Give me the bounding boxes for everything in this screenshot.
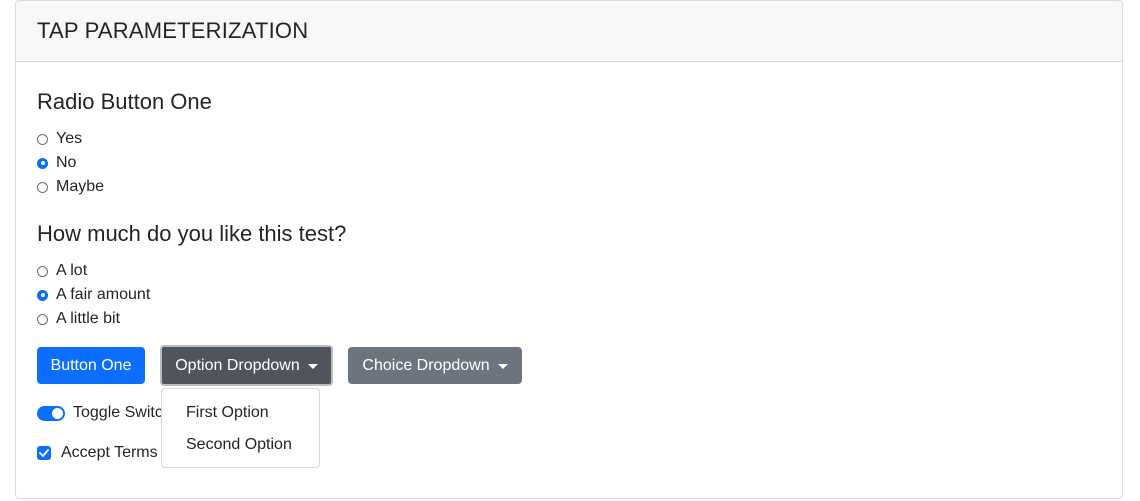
toggle-switch-label: Toggle Switch — [73, 404, 172, 421]
button-one-label: Button One — [50, 356, 132, 374]
toggle-switch-row[interactable]: Toggle Switch — [37, 401, 172, 425]
checkmark-icon — [39, 449, 49, 457]
dropdown-item-first-option[interactable]: First Option — [162, 397, 319, 429]
card-header: TAP PARAMETERIZATION — [16, 1, 1122, 62]
radio-label: Maybe — [56, 178, 105, 195]
caret-down-icon — [307, 363, 318, 369]
radio-option-maybe[interactable]: Maybe — [37, 176, 104, 198]
radio-button[interactable] — [37, 133, 48, 145]
choice-dropdown-label: Choice Dropdown — [362, 356, 490, 374]
choice-dropdown-button[interactable]: Choice Dropdown — [348, 347, 522, 384]
option-dropdown-label: Option Dropdown — [175, 356, 300, 374]
radio-option-a-little-bit[interactable]: A little bit — [37, 308, 120, 330]
radio-label: A lot — [56, 262, 88, 279]
radio-button-checked[interactable] — [37, 289, 48, 301]
radio-button[interactable] — [37, 313, 48, 325]
radio-option-yes[interactable]: Yes — [37, 128, 82, 150]
option-dropdown-button[interactable]: Option Dropdown — [160, 345, 333, 386]
accept-terms-label: Accept Terms — [61, 444, 158, 461]
accept-terms-checkbox[interactable] — [37, 446, 51, 460]
radio-group-two-title: How much do you like this test? — [37, 221, 347, 246]
radio-option-no[interactable]: No — [37, 152, 76, 174]
accept-terms-row[interactable]: Accept Terms — [37, 441, 158, 465]
radio-label: A little bit — [56, 310, 121, 327]
dropdown-item-second-option[interactable]: Second Option — [162, 429, 319, 461]
radio-button-checked[interactable] — [37, 157, 48, 169]
radio-option-a-lot[interactable]: A lot — [37, 260, 87, 282]
radio-button[interactable] — [37, 181, 48, 193]
radio-option-a-fair-amount[interactable]: A fair amount — [37, 284, 150, 306]
radio-label: Yes — [56, 130, 83, 147]
toggle-switch[interactable] — [37, 405, 65, 421]
option-dropdown-menu: First Option Second Option — [161, 388, 320, 468]
caret-down-icon — [497, 363, 508, 369]
page-title: TAP PARAMETERIZATION — [37, 18, 309, 43]
radio-group-one-title: Radio Button One — [37, 89, 212, 114]
radio-label: A fair amount — [56, 286, 151, 303]
button-one[interactable]: Button One — [37, 347, 145, 384]
radio-button[interactable] — [37, 265, 48, 277]
radio-label: No — [56, 154, 77, 171]
tap-parameterization-card: TAP PARAMETERIZATION Radio Button One Ye… — [15, 0, 1123, 499]
